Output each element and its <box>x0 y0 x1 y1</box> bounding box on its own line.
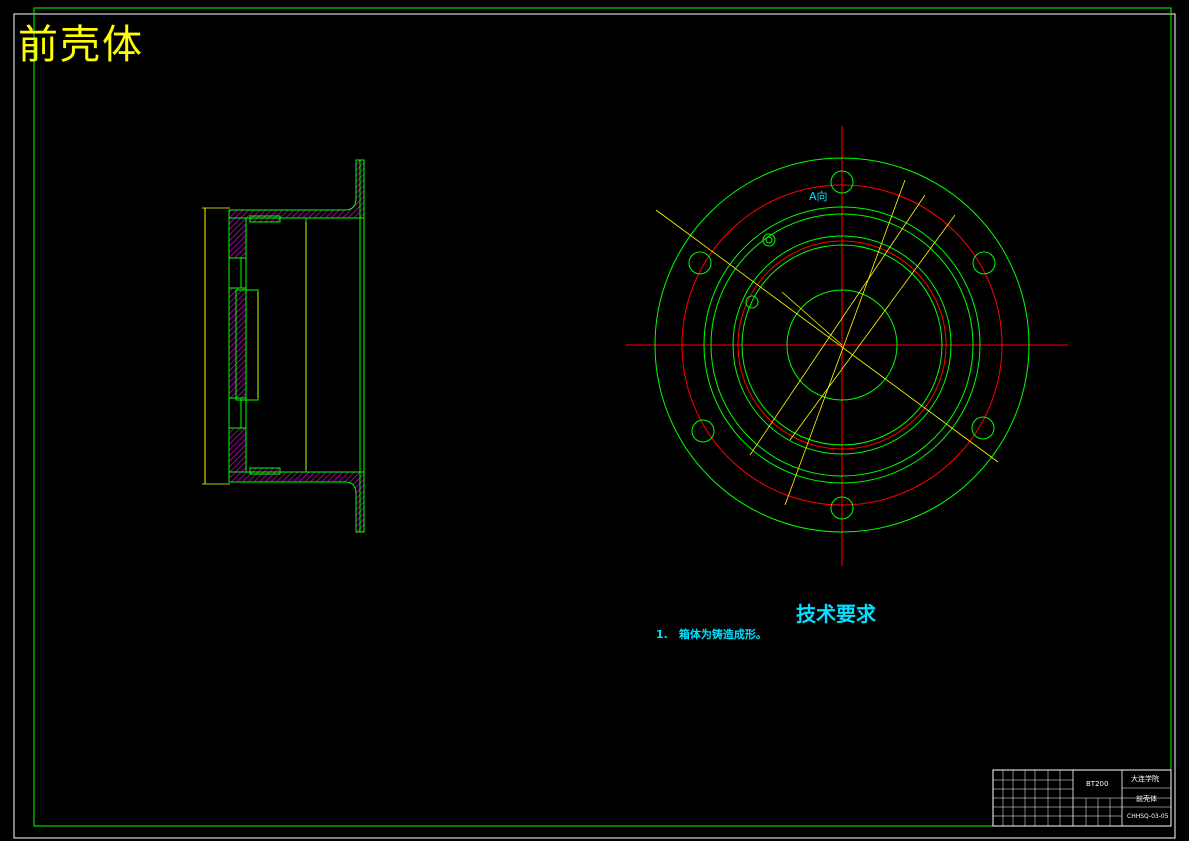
technical-requirements-title: 技术要求 <box>796 602 876 626</box>
outer-border <box>13 13 1176 839</box>
drawing-canvas <box>13 7 1176 839</box>
section-view <box>202 159 365 533</box>
section-mid-wall <box>228 287 247 399</box>
front-view-a <box>626 126 1068 566</box>
section-upper-wall <box>228 159 365 259</box>
title-block-part-name: 前壳体 <box>1136 795 1157 803</box>
drawing-title: 前壳体 <box>18 22 144 68</box>
title-block-model: BT200 <box>1086 780 1109 788</box>
title-block-school: 大连学院 <box>1131 775 1159 783</box>
view-a-label: A向 <box>809 190 828 203</box>
section-lower-wall <box>228 427 365 533</box>
technical-requirement-item: 1. 箱体为铸造成形。 <box>656 628 767 641</box>
title-block-drawing-no: CHHSQ-03-05 <box>1127 813 1169 820</box>
